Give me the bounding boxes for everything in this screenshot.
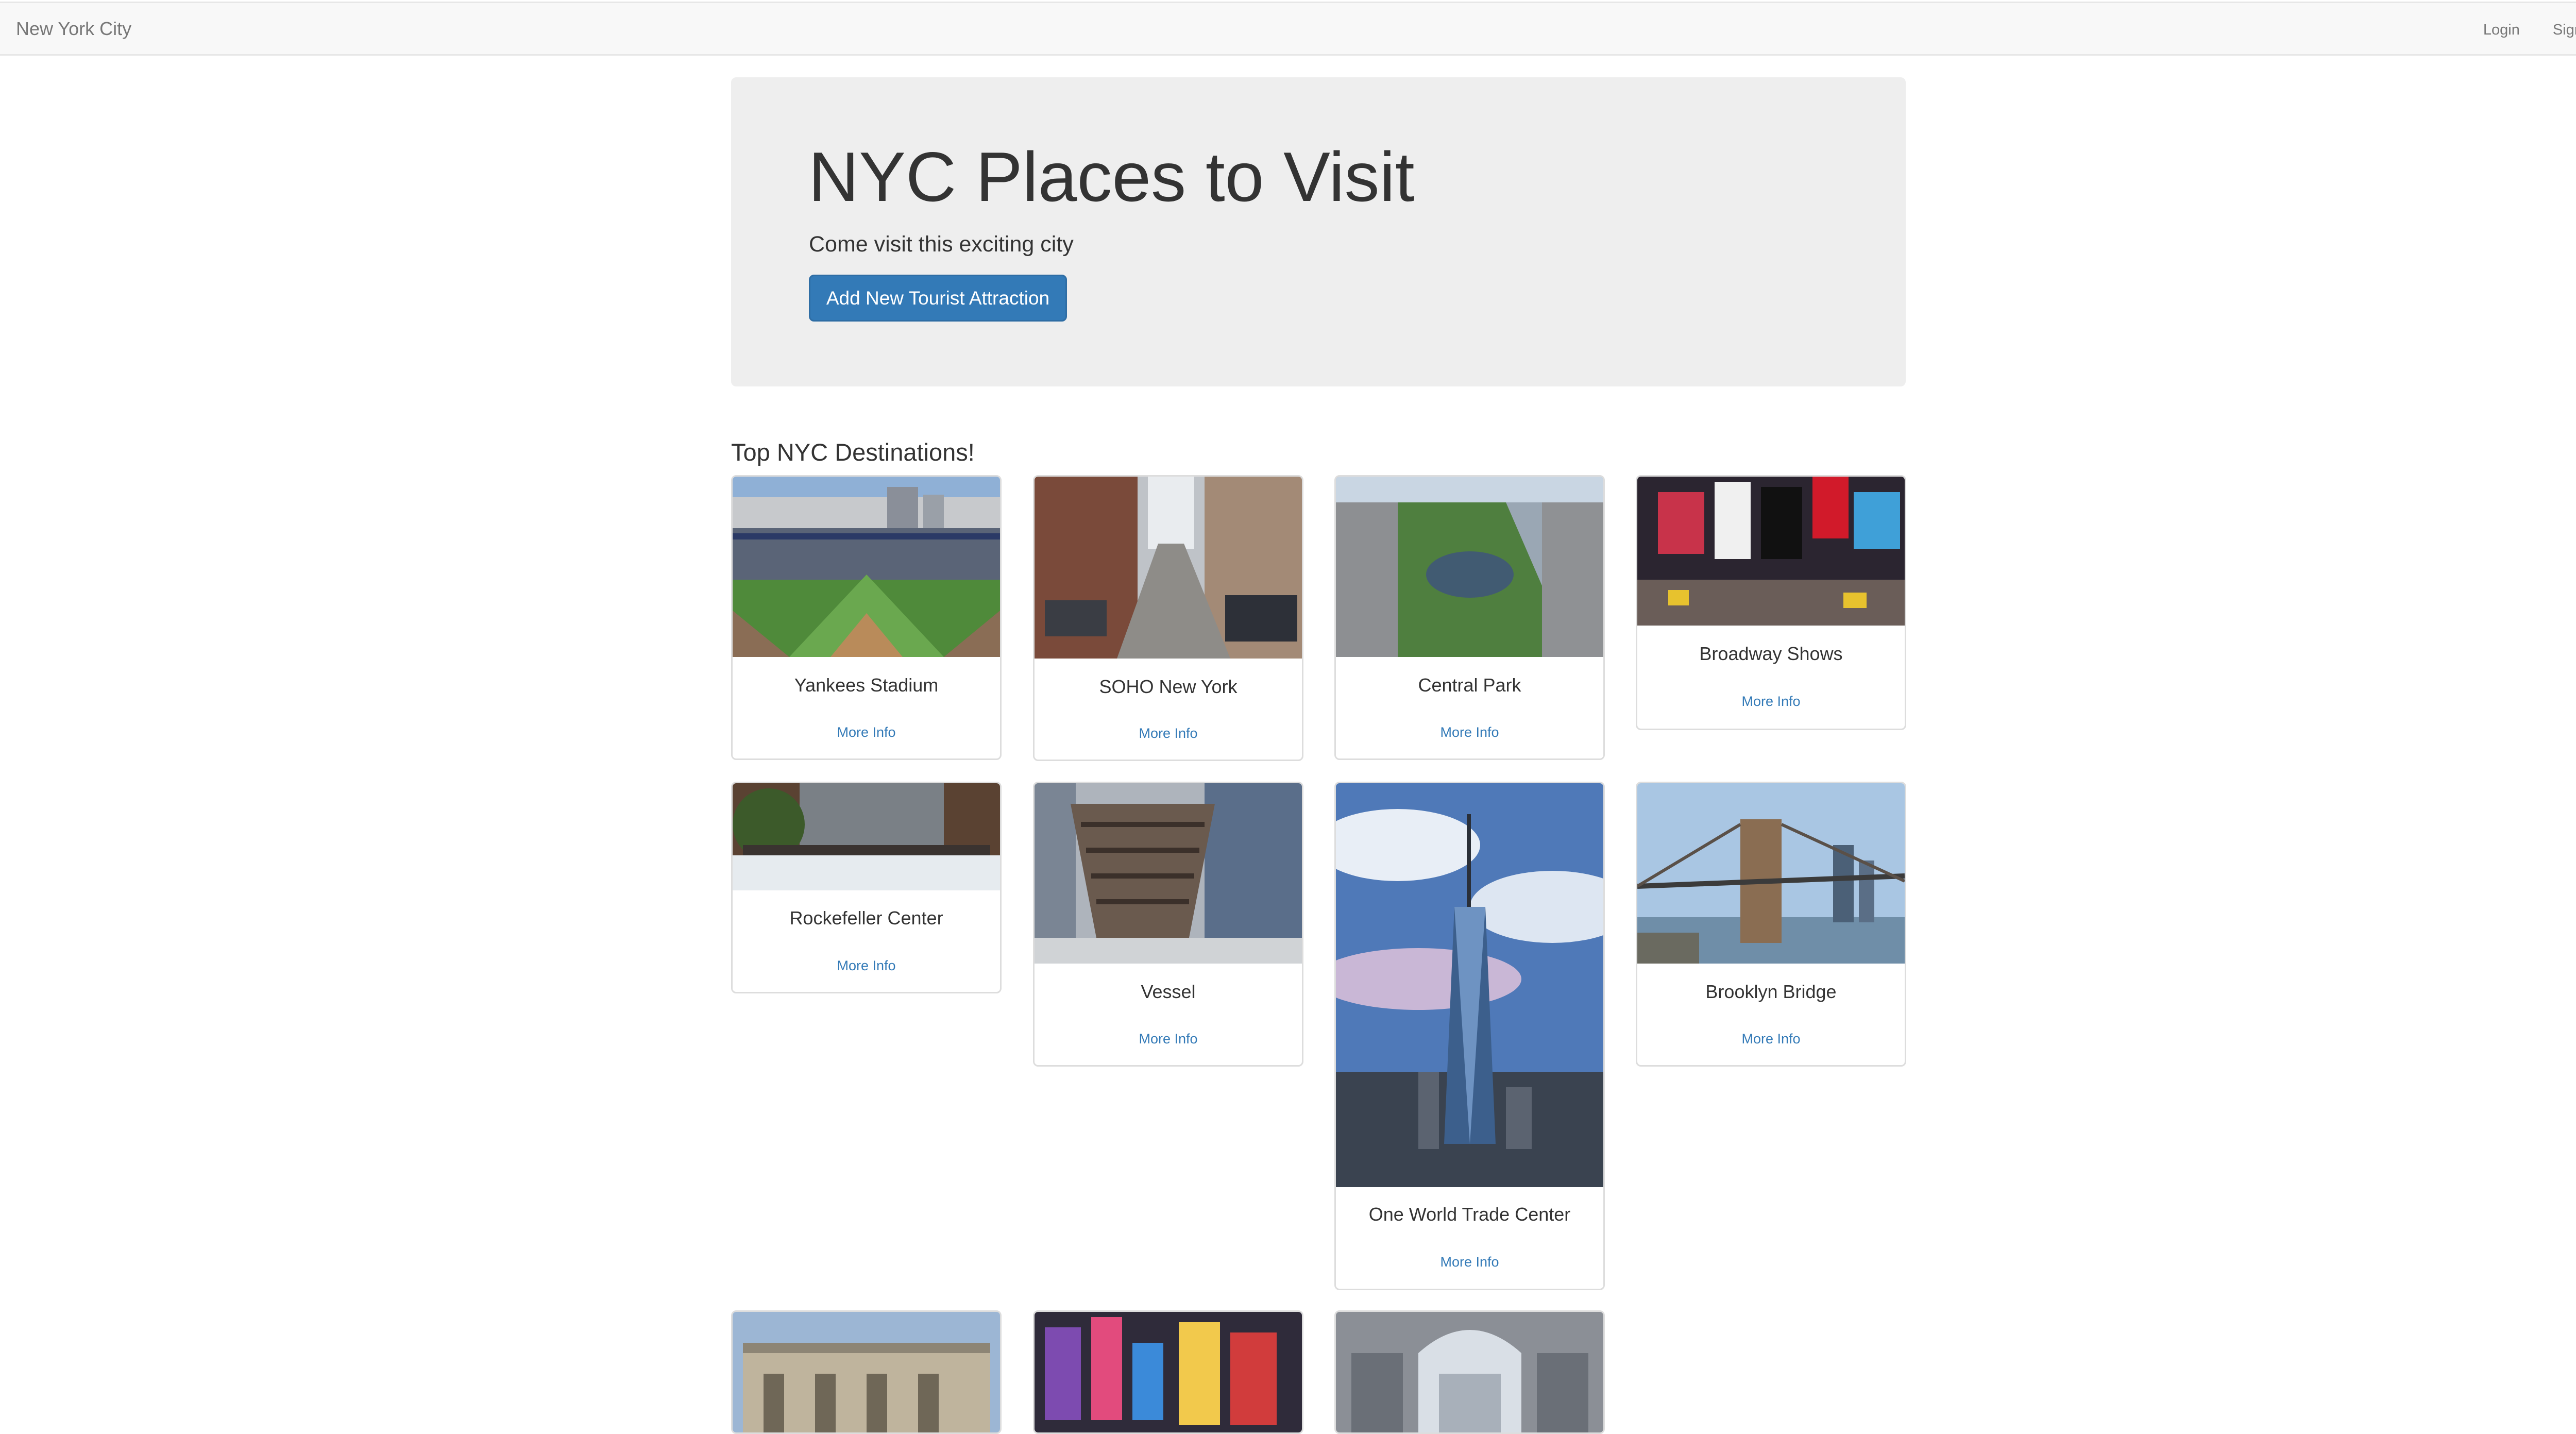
signup-link[interactable]: Sign Up <box>2553 22 2576 39</box>
attraction-photo <box>733 783 1000 890</box>
attraction-card: One World Trade Center More Info <box>1334 782 1605 1290</box>
more-info-link[interactable]: More Info <box>1035 1031 1302 1047</box>
navbar: New York City Login Sign Up <box>0 2 2576 56</box>
navbar-brand[interactable]: New York City <box>16 18 131 40</box>
login-link[interactable]: Login <box>2483 22 2520 39</box>
attraction-photo <box>1035 1312 1302 1432</box>
attraction-photo <box>1336 1312 1603 1432</box>
more-info-link[interactable]: More Info <box>1637 1031 1905 1047</box>
attraction-photo <box>1637 783 1905 964</box>
attraction-name: Vessel <box>1141 981 1196 1002</box>
attraction-photo <box>1637 477 1905 626</box>
attraction-card <box>731 1310 1002 1434</box>
attraction-photo <box>1035 477 1302 659</box>
attraction-card: Central Park More Info <box>1334 475 1605 760</box>
add-attraction-button[interactable]: Add New Tourist Attraction <box>809 275 1067 322</box>
attraction-name: Brooklyn Bridge <box>1705 981 1837 1002</box>
more-info-link[interactable]: More Info <box>733 724 1000 740</box>
attraction-card: Brooklyn Bridge More Info <box>1636 782 1906 1067</box>
attraction-card: Vessel More Info <box>1033 782 1303 1067</box>
attraction-card: Broadway Shows More Info <box>1636 475 1906 730</box>
attraction-card: SOHO New York More Info <box>1033 475 1303 761</box>
attraction-photo <box>1336 477 1603 657</box>
page-subtitle: Come visit this exciting city <box>809 232 1074 257</box>
attraction-card: Yankees Stadium More Info <box>731 475 1002 760</box>
attraction-name: Yankees Stadium <box>794 674 939 696</box>
attraction-photo <box>1035 783 1302 964</box>
attraction-name: Rockefeller Center <box>789 907 943 929</box>
attraction-photo <box>733 1312 1000 1432</box>
attraction-name: Central Park <box>1418 674 1521 696</box>
attraction-card: Rockefeller Center More Info <box>731 782 1002 993</box>
section-title: Top NYC Destinations! <box>731 438 975 466</box>
attraction-card <box>1334 1310 1605 1434</box>
attraction-name: One World Trade Center <box>1368 1204 1571 1225</box>
attraction-photo <box>733 477 1000 657</box>
more-info-link[interactable]: More Info <box>1637 694 1905 710</box>
more-info-link[interactable]: More Info <box>1336 724 1603 740</box>
attraction-card <box>1033 1310 1303 1434</box>
more-info-link[interactable]: More Info <box>733 958 1000 974</box>
attraction-name: SOHO New York <box>1099 676 1238 697</box>
attraction-name: Broadway Shows <box>1699 643 1843 664</box>
attraction-photo <box>1336 783 1603 1187</box>
more-info-link[interactable]: More Info <box>1035 726 1302 741</box>
page-title: NYC Places to Visit <box>808 138 1415 216</box>
jumbotron: NYC Places to Visit Come visit this exci… <box>731 77 1906 386</box>
more-info-link[interactable]: More Info <box>1336 1254 1603 1270</box>
navbar-links: Login Sign Up <box>2450 22 2576 39</box>
